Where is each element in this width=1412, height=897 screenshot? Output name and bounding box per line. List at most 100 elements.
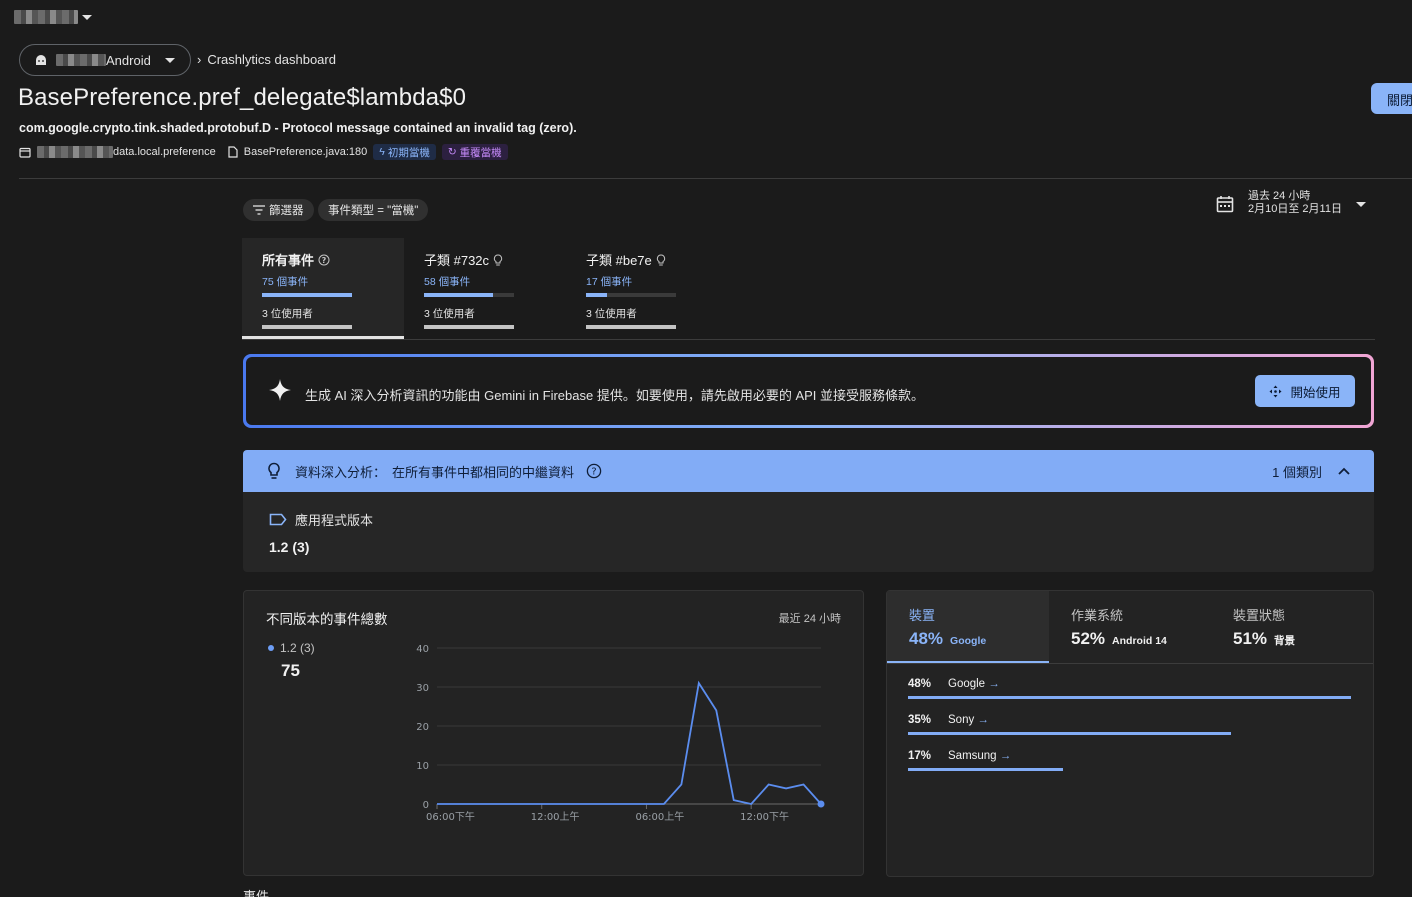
close-issue-button[interactable]: 關閉 [1371, 83, 1412, 114]
date-range-dates: 2月10日至 2月11日 [1248, 203, 1342, 215]
event-type-chip-label: 事件類型 = "當機" [328, 205, 419, 217]
chevron-up-icon[interactable] [1338, 467, 1350, 475]
arrow-right-icon: → [988, 678, 1000, 690]
insights-item-value: 1.2 (3) [269, 539, 310, 555]
issue-subtitle: com.google.crypto.tink.shaded.protobuf.D… [19, 121, 577, 135]
tab-title-text: 子類 #be7e [586, 253, 652, 268]
tab-all-events[interactable]: 所有事件 ? 75 個事件 3 位使用者 [242, 238, 404, 338]
chart-legend: 1.2 (3) [268, 641, 315, 655]
x-tick-label: 12:00上午 [531, 810, 580, 823]
tab-users-count: 3 位使用者 [586, 308, 637, 320]
refresh-icon: ↻ [447, 146, 457, 158]
lightbulb-icon [268, 462, 280, 479]
project-name-redacted [14, 10, 78, 24]
events-bar-fill [424, 293, 494, 297]
early-crash-label: 初期當機 [387, 146, 430, 159]
chevron-down-icon [82, 14, 92, 20]
device-tab-pct: 48% [909, 629, 944, 648]
help-icon[interactable]: ? [586, 463, 602, 479]
tab-os[interactable]: 作業系統 52% Android 14 [1049, 591, 1211, 663]
source-file-link[interactable]: BasePreference.java:180 [244, 146, 368, 158]
package-suffix: data.local.preference [113, 146, 216, 158]
get-started-button[interactable]: 開始使用 [1255, 375, 1355, 407]
breadcrumb: › Crashlytics dashboard [197, 52, 336, 67]
android-icon [36, 55, 46, 65]
app-selector-chip[interactable]: Android [19, 44, 191, 76]
events-by-version-card: 不同版本的事件總數 最近 24 小時 1.2 (3) 75 0 10 20 30 40 0… [243, 590, 864, 876]
project-selector[interactable] [14, 10, 92, 24]
tab-variant-be7e[interactable]: 子類 #be7e 17 個事件 3 位使用者 [566, 238, 728, 338]
filter-icon [253, 205, 265, 215]
row-bar [908, 696, 1351, 699]
list-item: 17% Samsung → [908, 750, 1011, 762]
date-range-selector[interactable]: 過去 24 小時 2月10日至 2月11日 [1216, 190, 1366, 216]
tab-device-state[interactable]: 裝置狀態 51% 背景 [1211, 591, 1373, 663]
tab-title: 子類 #732c [424, 250, 546, 269]
tab-title: 子類 #be7e [586, 250, 708, 269]
os-tab-header: 作業系統 [1071, 608, 1124, 623]
breadcrumb-dashboard-link[interactable]: Crashlytics dashboard [207, 52, 336, 67]
events-bar-fill [262, 293, 352, 297]
state-tab-pct: 51% [1233, 629, 1268, 648]
row-name: Sony [948, 714, 975, 726]
issue-title: BasePreference.pref_delegate$lambda$0 [18, 84, 467, 111]
divider [19, 178, 1412, 179]
svg-text:?: ? [591, 467, 596, 478]
device-breakdown-card: 裝置 48% Google 作業系統 52% Android 14 裝置狀態 51%… [886, 590, 1374, 877]
manufacturer-link[interactable]: Samsung → [948, 750, 1011, 762]
manufacturer-link[interactable]: Google → [948, 678, 1000, 690]
sparkle-icon [269, 379, 291, 401]
legend-series-name: 1.2 (3) [280, 641, 315, 655]
insights-item: 應用程式版本 [269, 510, 373, 529]
manufacturer-link[interactable]: Sony → [948, 714, 989, 726]
move-icon [1269, 385, 1282, 397]
file-icon [228, 146, 238, 158]
event-type-chip[interactable]: 事件類型 = "當機" [318, 199, 429, 221]
device-tab-value: 48% Google [909, 629, 1027, 649]
chevron-down-icon [164, 57, 175, 63]
chart-range: 最近 24 小時 [778, 613, 841, 625]
date-range-text: 過去 24 小時 2月10日至 2月11日 [1248, 190, 1342, 216]
row-bar [908, 768, 1064, 771]
x-tick-label: 06:00上午 [635, 810, 684, 823]
chevron-right-icon: › [197, 52, 202, 67]
insights-description: 在所有事件中都相同的中繼資料 [392, 464, 575, 480]
calendar-icon [1216, 196, 1234, 213]
y-tick-label: 0 [423, 800, 429, 811]
events-line-chart: 0 10 20 30 40 06:00下午 12:00上午 06:00上午 12:00下午 [416, 644, 825, 823]
filter-chip[interactable]: 篩選器 [243, 199, 314, 221]
users-bar [424, 325, 514, 329]
series-end-point [817, 800, 825, 808]
state-tab-header: 裝置狀態 [1233, 608, 1286, 623]
insights-count: 1 個類別 [1272, 464, 1322, 480]
tab-events-count: 75 個事件 [262, 276, 309, 288]
filter-chip-label: 篩選器 [269, 205, 304, 217]
insights-item-label: 應用程式版本 [295, 513, 374, 528]
tab-title-text: 子類 #732c [424, 253, 490, 268]
os-tab-name: Android 14 [1112, 635, 1167, 647]
y-tick-label: 20 [416, 722, 429, 733]
row-pct: 17% [908, 750, 932, 762]
tab-users-count: 3 位使用者 [424, 308, 475, 320]
lightbulb-icon [493, 253, 503, 265]
chart-title: 不同版本的事件總數 [266, 612, 388, 627]
tab-device[interactable]: 裝置 48% Google [887, 591, 1049, 663]
get-started-label: 開始使用 [1290, 385, 1341, 400]
help-icon[interactable]: ? [318, 254, 330, 266]
package-icon [19, 147, 31, 158]
date-range-label: 過去 24 小時 [1248, 190, 1311, 202]
active-tab-indicator [242, 336, 404, 339]
tab-title: 所有事件 ? [262, 250, 384, 269]
bolt-icon: ϟ [379, 146, 385, 158]
row-pct: 48% [908, 678, 932, 690]
insights-header[interactable]: 資料深入分析： 在所有事件中都相同的中繼資料 ? 1 個類別 [243, 450, 1374, 492]
device-tabs-divider [887, 663, 1373, 664]
lightbulb-icon [656, 253, 665, 265]
events-bar [262, 293, 352, 297]
label-icon [269, 513, 287, 526]
tab-variant-732c[interactable]: 子類 #732c 58 個事件 3 位使用者 [404, 238, 566, 338]
row-name: Samsung [948, 750, 997, 762]
users-bar [586, 325, 676, 329]
tab-events-count: 58 個事件 [424, 276, 471, 288]
events-section-label: 事件 [243, 889, 270, 897]
